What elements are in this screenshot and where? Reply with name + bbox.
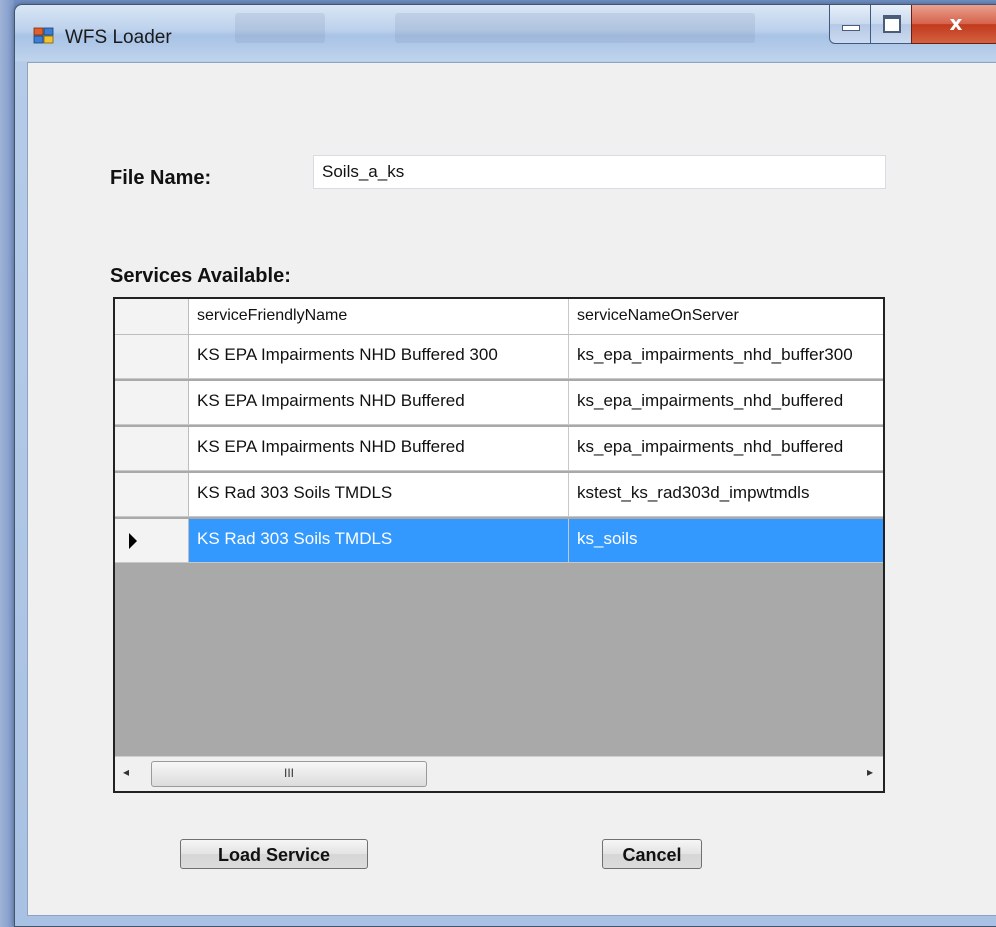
wfs-loader-window: WFS Loader x File Name: Services Availab… <box>14 4 996 927</box>
desktop-background <box>0 0 14 927</box>
table-row[interactable]: KS EPA Impairments NHD Buffered ks_epa_i… <box>115 427 883 471</box>
maximize-icon <box>883 15 901 33</box>
window-title: WFS Loader <box>65 27 172 48</box>
table-row[interactable]: KS EPA Impairments NHD Buffered ks_epa_i… <box>115 381 883 425</box>
minimize-icon <box>842 25 860 31</box>
load-service-button[interactable]: Load Service <box>180 839 368 869</box>
scroll-left-arrow-icon[interactable]: ◂ <box>123 765 129 779</box>
row-header[interactable] <box>115 335 189 379</box>
row-header[interactable] <box>115 427 189 471</box>
file-name-input[interactable] <box>313 155 886 189</box>
grid-corner-header[interactable] <box>115 299 189 335</box>
background-ghost <box>395 13 755 43</box>
table-cell[interactable]: ks_epa_impairments_nhd_buffer300 <box>569 335 883 379</box>
table-cell[interactable]: kstest_ks_rad303d_impwtmdls <box>569 473 883 517</box>
table-cell[interactable]: KS EPA Impairments NHD Buffered <box>189 381 569 425</box>
table-cell[interactable]: ks_epa_impairments_nhd_buffered <box>569 381 883 425</box>
maximize-button[interactable] <box>870 5 912 44</box>
row-header[interactable] <box>115 473 189 517</box>
column-header-service-name-on-server[interactable]: serviceNameOnServer <box>569 299 883 335</box>
row-header[interactable] <box>115 381 189 425</box>
table-cell[interactable]: ks_soils <box>569 519 883 563</box>
scrollbar-thumb[interactable]: III <box>151 761 427 787</box>
app-icon <box>33 27 54 44</box>
table-row-selected[interactable]: KS Rad 303 Soils TMDLS ks_soils <box>115 519 883 563</box>
current-row-arrow-icon <box>129 533 137 549</box>
column-header-service-friendly-name[interactable]: serviceFriendlyName <box>189 299 569 335</box>
services-grid[interactable]: serviceFriendlyName serviceNameOnServer … <box>113 297 885 793</box>
cancel-button[interactable]: Cancel <box>602 839 702 869</box>
table-row[interactable]: KS EPA Impairments NHD Buffered 300 ks_e… <box>115 335 883 379</box>
dialog-client-area: File Name: Services Available: serviceFr… <box>27 62 996 916</box>
minimize-button[interactable] <box>829 5 871 44</box>
table-cell[interactable]: KS EPA Impairments NHD Buffered <box>189 427 569 471</box>
title-bar[interactable]: WFS Loader x <box>15 5 996 61</box>
table-cell[interactable]: ks_epa_impairments_nhd_buffered <box>569 427 883 471</box>
close-icon: x <box>949 11 963 35</box>
scroll-right-arrow-icon[interactable]: ▸ <box>867 765 873 779</box>
horizontal-scrollbar[interactable]: ◂ III ▸ <box>115 756 883 791</box>
file-name-label: File Name: <box>110 167 212 189</box>
services-available-label: Services Available: <box>110 265 291 287</box>
table-cell[interactable]: KS Rad 303 Soils TMDLS <box>189 473 569 517</box>
table-cell[interactable]: KS EPA Impairments NHD Buffered 300 <box>189 335 569 379</box>
table-cell[interactable]: KS Rad 303 Soils TMDLS <box>189 519 569 563</box>
table-row[interactable]: KS Rad 303 Soils TMDLS kstest_ks_rad303d… <box>115 473 883 517</box>
background-ghost <box>235 13 325 43</box>
row-header[interactable] <box>115 519 189 563</box>
close-button[interactable]: x <box>911 5 996 44</box>
